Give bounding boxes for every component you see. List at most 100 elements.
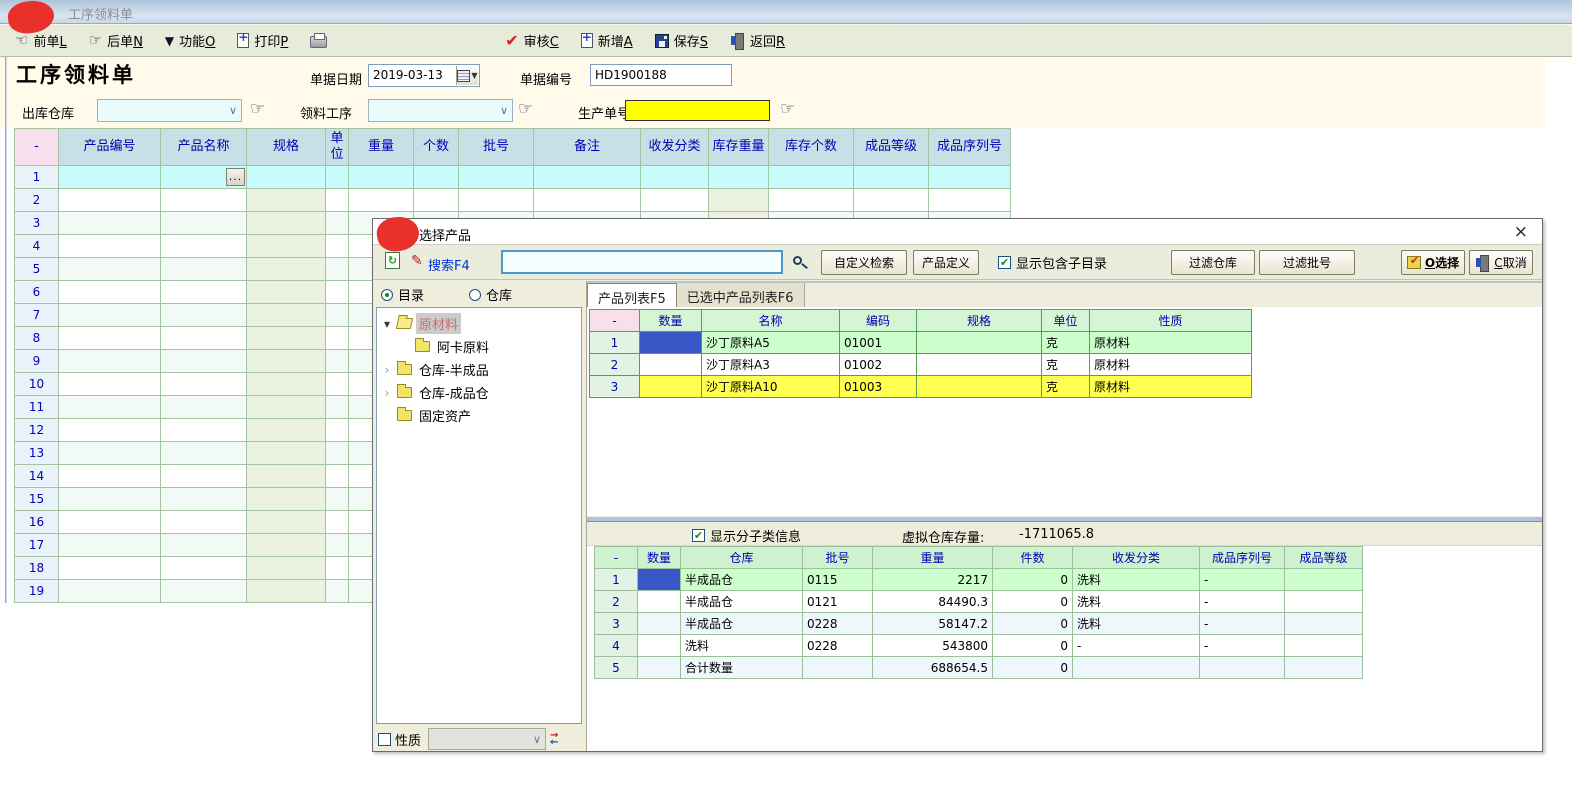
grid-cell[interactable] xyxy=(161,465,247,488)
grid-cell[interactable] xyxy=(638,591,681,613)
grid-cell[interactable]: 洗料 xyxy=(1073,613,1200,635)
process-lookup-icon[interactable]: ☞ xyxy=(518,99,533,119)
grid-cell[interactable] xyxy=(247,281,326,304)
tree-item-仓库-成品仓[interactable]: ›仓库-成品仓 xyxy=(377,381,581,404)
tab-已选中产品列表F6[interactable]: 已选中产品列表F6 xyxy=(677,283,805,307)
grid-cell[interactable] xyxy=(326,235,349,258)
grid-cell[interactable]: 0115 xyxy=(803,569,873,591)
custom-search-button[interactable]: 自定义检索 xyxy=(821,250,907,275)
printer-button[interactable] xyxy=(307,31,330,50)
grid-cell[interactable] xyxy=(247,488,326,511)
add-button[interactable]: 新增A xyxy=(578,29,636,52)
grid-cell[interactable]: 沙丁原料A5 xyxy=(702,332,840,354)
grid-cell[interactable] xyxy=(641,189,709,212)
grid-cell[interactable] xyxy=(161,258,247,281)
grid-cell[interactable]: 沙丁原料A3 xyxy=(702,354,840,376)
date-field[interactable]: 2019-03-13 ▼ xyxy=(368,64,480,87)
grid-cell[interactable] xyxy=(247,166,326,189)
grid-cell[interactable] xyxy=(247,396,326,419)
filter-batch-button[interactable]: 过滤批号 xyxy=(1259,250,1355,275)
row-selector[interactable]: 11 xyxy=(15,396,59,419)
grid-cell[interactable] xyxy=(161,373,247,396)
grid-cell[interactable] xyxy=(769,166,854,189)
grid-cell[interactable] xyxy=(161,189,247,212)
nature-combo[interactable]: ∨ xyxy=(428,728,546,750)
grid-cell[interactable] xyxy=(59,235,161,258)
radio-warehouse[interactable]: 仓库 xyxy=(469,285,549,304)
grid-cell[interactable] xyxy=(641,166,709,189)
tree-item-仓库-半成品[interactable]: ›仓库-半成品 xyxy=(377,358,581,381)
grid-cell[interactable] xyxy=(59,258,161,281)
grid-cell[interactable] xyxy=(59,557,161,580)
grid-cell[interactable]: 沙丁原料A10 xyxy=(702,376,840,398)
grid-cell[interactable]: 克 xyxy=(1042,376,1090,398)
row-selector[interactable]: 1 xyxy=(15,166,59,189)
row-selector[interactable]: 18 xyxy=(15,557,59,580)
grid-cell[interactable] xyxy=(59,281,161,304)
next-doc-button[interactable]: ☞后单N xyxy=(86,29,146,52)
grid-cell[interactable] xyxy=(59,465,161,488)
calendar-button[interactable]: ▼ xyxy=(456,66,478,85)
grid-cell[interactable] xyxy=(638,613,681,635)
warehouse-combo[interactable]: ∨ xyxy=(97,99,242,122)
grid-cell[interactable] xyxy=(326,534,349,557)
close-icon[interactable]: × xyxy=(1514,222,1528,242)
grid-cell[interactable] xyxy=(161,350,247,373)
grid-cell[interactable] xyxy=(59,189,161,212)
grid-cell[interactable]: 01002 xyxy=(840,354,917,376)
grid-cell[interactable] xyxy=(917,376,1042,398)
grid-cell[interactable] xyxy=(59,396,161,419)
grid-cell[interactable] xyxy=(59,580,161,603)
grid-cell[interactable] xyxy=(247,212,326,235)
grid-cell[interactable]: 0 xyxy=(993,613,1073,635)
grid-cell[interactable]: 洗料 xyxy=(1073,569,1200,591)
grid-cell[interactable] xyxy=(326,166,349,189)
tab-产品列表F5[interactable]: 产品列表F5 xyxy=(587,283,677,307)
grid-cell[interactable] xyxy=(247,373,326,396)
grid-cell[interactable] xyxy=(854,189,929,212)
grid-cell[interactable] xyxy=(929,189,1011,212)
row-selector[interactable]: 12 xyxy=(15,419,59,442)
edit-pencil-icon[interactable]: ✎ xyxy=(411,254,423,268)
grid-cell[interactable] xyxy=(161,488,247,511)
grid-cell[interactable] xyxy=(59,350,161,373)
grid-cell[interactable] xyxy=(917,354,1042,376)
grid-cell[interactable]: 58147.2 xyxy=(873,613,993,635)
grid-cell[interactable] xyxy=(326,258,349,281)
grid-cell[interactable] xyxy=(326,557,349,580)
grid-cell[interactable]: - xyxy=(1200,569,1285,591)
magnifier-icon[interactable] xyxy=(793,256,802,265)
grid-cell[interactable]: 688654.5 xyxy=(873,657,993,679)
tree-item-固定资产[interactable]: 固定资产 xyxy=(377,404,581,427)
grid-cell[interactable]: 克 xyxy=(1042,332,1090,354)
grid-cell[interactable] xyxy=(161,442,247,465)
row-selector[interactable]: 3 xyxy=(595,613,638,635)
row-selector[interactable]: 5 xyxy=(15,258,59,281)
grid-cell[interactable] xyxy=(638,569,681,591)
order-input[interactable] xyxy=(625,100,770,121)
grid-cell[interactable] xyxy=(326,281,349,304)
grid-cell[interactable] xyxy=(161,327,247,350)
grid-cell[interactable] xyxy=(161,235,247,258)
grid-cell[interactable] xyxy=(247,327,326,350)
grid-cell[interactable] xyxy=(326,350,349,373)
grid-cell[interactable] xyxy=(638,635,681,657)
grid-cell[interactable]: 0 xyxy=(993,635,1073,657)
grid-cell[interactable]: - xyxy=(1200,591,1285,613)
functions-button[interactable]: ▼功能O xyxy=(162,29,218,52)
grid-cell[interactable]: 543800 xyxy=(873,635,993,657)
grid-cell[interactable] xyxy=(326,511,349,534)
grid-cell[interactable] xyxy=(247,304,326,327)
grid-cell[interactable] xyxy=(161,212,247,235)
grid-cell[interactable] xyxy=(534,189,641,212)
cancel-button[interactable]: C取消 xyxy=(1469,250,1533,275)
grid-cell[interactable] xyxy=(349,189,414,212)
grid-cell[interactable]: ... xyxy=(161,166,247,189)
grid-cell[interactable] xyxy=(247,419,326,442)
grid-cell[interactable] xyxy=(161,557,247,580)
print-button[interactable]: 打印P xyxy=(234,29,291,52)
grid-cell[interactable] xyxy=(59,304,161,327)
grid-cell[interactable] xyxy=(459,166,534,189)
grid-cell[interactable] xyxy=(161,281,247,304)
grid-cell[interactable]: - xyxy=(1200,613,1285,635)
